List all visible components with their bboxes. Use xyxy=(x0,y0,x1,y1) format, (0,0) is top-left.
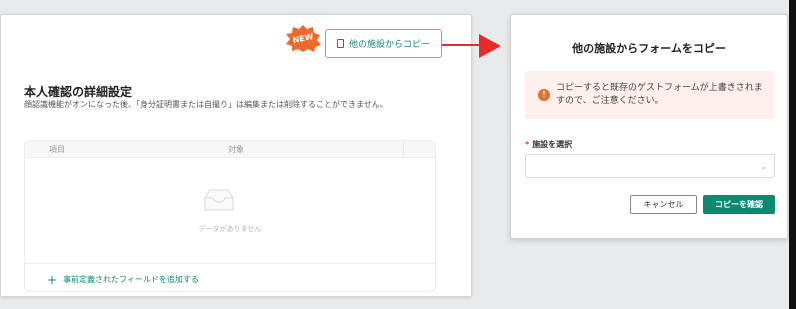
info-icon: ! xyxy=(538,89,550,101)
settings-description: 顔認識機能がオンになった後、「身分証明書または自撮り」は編集または削除することが… xyxy=(24,100,388,109)
document-icon xyxy=(336,39,344,48)
table-footer-divider xyxy=(25,263,435,264)
confirm-copy-button[interactable]: コピーを確認 xyxy=(703,195,775,214)
column-header-item: 項目 xyxy=(49,144,65,154)
column-divider xyxy=(403,141,404,158)
facility-select-label: * 施設を選択 xyxy=(525,139,572,150)
add-predefined-field-link[interactable]: + 事前定義されたフィールドを追加する xyxy=(47,272,199,287)
required-marker: * xyxy=(525,140,530,149)
copy-button-label: 他の施設からコピー xyxy=(348,40,430,50)
table-header: 項目 対象 xyxy=(25,141,435,158)
cancel-button[interactable]: キャンセル xyxy=(630,195,697,214)
copy-form-modal: 他の施設からフォームをコピー ! コピーすると既存のゲストフォームが上書きされま… xyxy=(510,14,788,239)
alert-text: コピーすると既存のゲストフォームが上書きされますので、ご注意ください。 xyxy=(556,83,763,106)
add-field-label: 事前定義されたフィールドを追加する xyxy=(63,275,199,284)
copy-from-other-facility-button[interactable]: 他の施設からコピー xyxy=(325,29,442,58)
facility-select-label-text: 施設を選択 xyxy=(532,140,573,149)
page-title: 本人確認の詳細設定 xyxy=(24,85,133,99)
facility-select[interactable]: ⌄ xyxy=(525,154,775,178)
new-badge-icon: NEW xyxy=(286,25,321,52)
fields-table: 項目 対象 データがありません + 事前定義されたフィールドを追加する xyxy=(24,140,436,292)
chevron-down-icon: ⌄ xyxy=(760,162,767,171)
arrow-right-icon xyxy=(442,34,501,58)
modal-title: 他の施設からフォームをコピー xyxy=(572,42,726,55)
column-header-target: 対象 xyxy=(228,144,244,154)
window-edge xyxy=(789,0,796,309)
empty-state-text: データがありません xyxy=(198,225,262,233)
plus-icon: + xyxy=(47,272,58,287)
empty-inbox-icon xyxy=(204,189,234,211)
overwrite-warning-alert: ! コピーすると既存のゲストフォームが上書きされますので、ご注意ください。 xyxy=(525,71,774,119)
